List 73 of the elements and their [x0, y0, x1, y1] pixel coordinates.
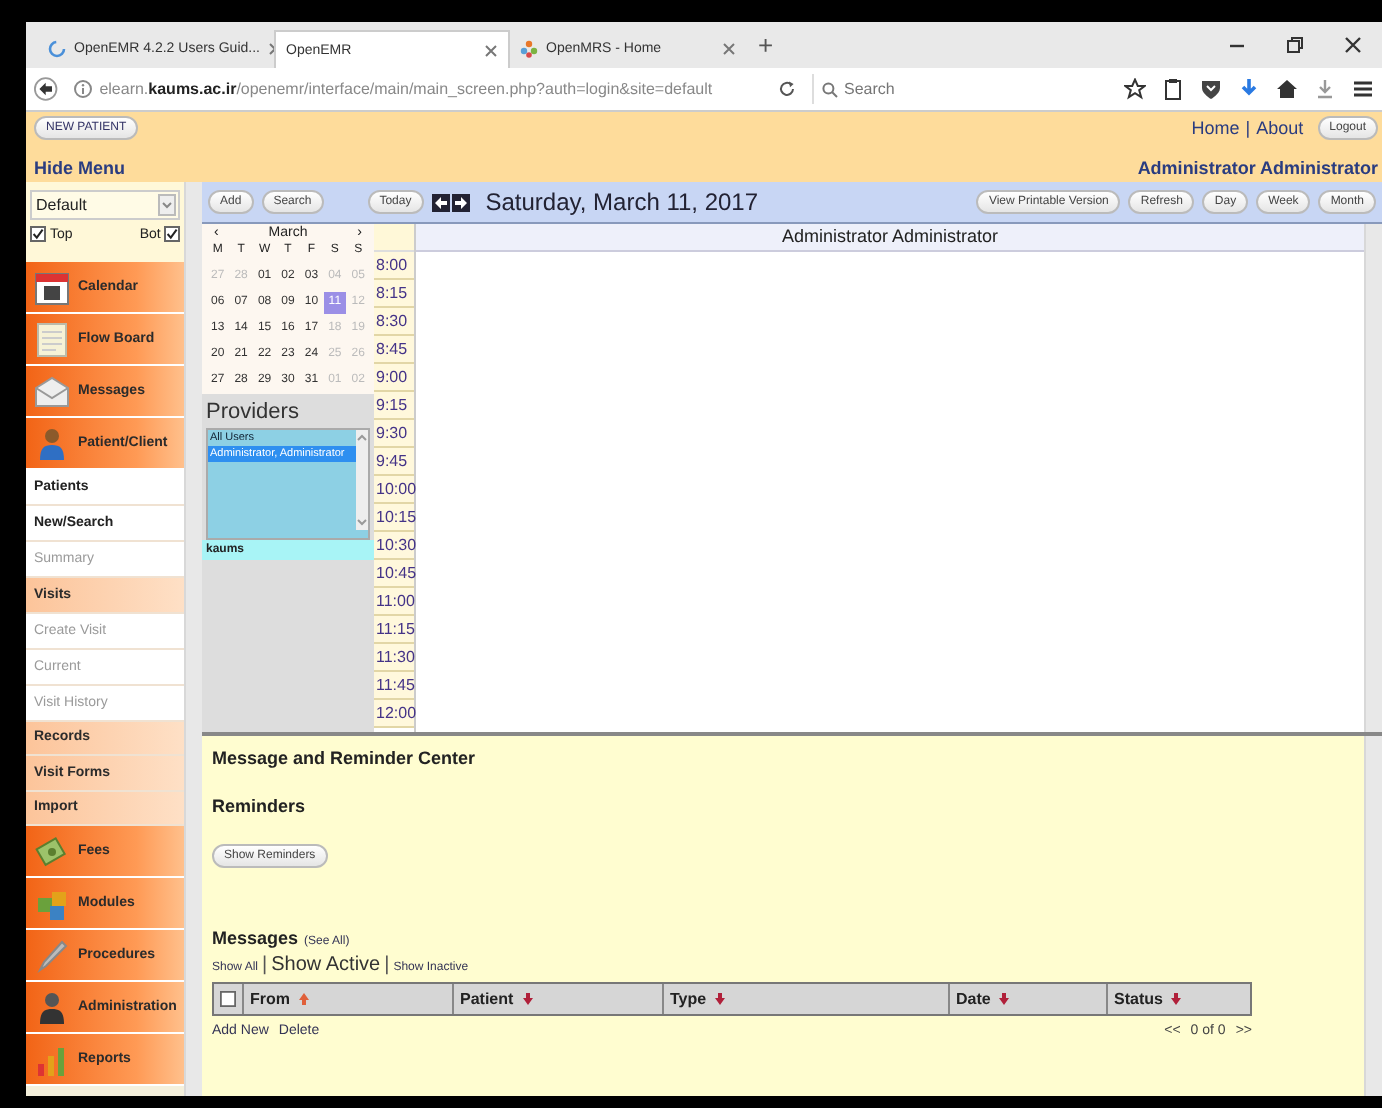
- sort-down-icon[interactable]: [998, 992, 1011, 1006]
- dropdown-icon: [158, 194, 177, 216]
- time-slot[interactable]: 11:00: [374, 588, 414, 616]
- time-slot[interactable]: 11:45: [374, 672, 414, 700]
- clipboard-icon: [34, 321, 70, 357]
- calendar-icon: [34, 269, 70, 305]
- section-heading: Reminders: [212, 796, 306, 816]
- download-icon[interactable]: [1238, 78, 1260, 100]
- download-icon[interactable]: [1314, 78, 1336, 100]
- back-icon[interactable]: [34, 76, 58, 102]
- time-slot[interactable]: 10:45: [374, 560, 414, 588]
- time-slot[interactable]: 9:15: [374, 392, 414, 420]
- time-slot[interactable]: 8:00: [374, 252, 414, 280]
- time-header: [374, 224, 414, 252]
- time-slot[interactable]: 8:15: [374, 280, 414, 308]
- person-icon: [34, 425, 70, 461]
- flower-icon: [520, 40, 538, 58]
- checkbox[interactable]: [220, 990, 236, 1008]
- header-link[interactable]: Home: [1191, 118, 1240, 138]
- providers-heading: Providers: [204, 398, 301, 428]
- time-slot[interactable]: 11:30: [374, 644, 414, 672]
- previous-arrow-icon[interactable]: [431, 193, 450, 211]
- time-slot[interactable]: 9:00: [374, 364, 414, 392]
- column-header[interactable]: From: [250, 990, 290, 1008]
- next-arrow-icon[interactable]: [451, 193, 470, 211]
- panel-title: Message and Reminder Center: [212, 748, 476, 768]
- column-header[interactable]: Type: [670, 990, 707, 1008]
- column-header[interactable]: Date: [956, 990, 991, 1008]
- separator: |: [1245, 118, 1251, 138]
- hide-menu-link[interactable]: Hide Menu: [34, 158, 126, 178]
- user-name: Administrator Administrator: [1137, 158, 1378, 178]
- time-slot[interactable]: 10:00: [374, 476, 414, 504]
- new-tab-button[interactable]: +: [746, 30, 786, 60]
- column-header[interactable]: Status: [1114, 990, 1163, 1008]
- provider-column-header: Administrator Administrator: [416, 224, 1364, 252]
- info-icon: [73, 80, 92, 98]
- time-slot[interactable]: 12:00: [374, 700, 414, 728]
- date-title: Saturday, March 11, 2017: [485, 188, 759, 216]
- home-icon[interactable]: [1276, 78, 1298, 100]
- restore-icon[interactable]: [1286, 36, 1304, 54]
- address-field[interactable]: elearn.kaums.ac.ir/openemr/interface/main/main_screen.php?auth=login&site=default: [65, 74, 804, 104]
- search-icon: [822, 81, 838, 97]
- column-header[interactable]: Patient: [460, 990, 514, 1008]
- time-slot[interactable]: 9:45: [374, 448, 414, 476]
- separator: |: [384, 954, 390, 976]
- menu-icon[interactable]: [1352, 78, 1374, 100]
- facility-dropdown[interactable]: Default: [30, 190, 181, 220]
- time-slot[interactable]: 8:45: [374, 336, 414, 364]
- time-slot[interactable]: 8:30: [374, 308, 414, 336]
- checkbox[interactable]: [30, 226, 46, 242]
- envelope-icon: [34, 373, 70, 409]
- time-slot[interactable]: 10:30: [374, 532, 414, 560]
- person-icon: [34, 989, 70, 1025]
- scrollbar[interactable]: [1364, 736, 1382, 1096]
- filter-link[interactable]: Show Active: [271, 954, 381, 976]
- sort-down-icon[interactable]: [714, 992, 727, 1006]
- checkbox[interactable]: [164, 226, 181, 242]
- clipboard-icon[interactable]: [1162, 78, 1184, 100]
- loading-icon: [48, 40, 66, 58]
- sort-down-icon[interactable]: [521, 992, 534, 1006]
- shield-icon[interactable]: [1200, 78, 1222, 100]
- time-slot[interactable]: 11:15: [374, 616, 414, 644]
- reload-icon[interactable]: [778, 80, 796, 98]
- time-slot[interactable]: 10:15: [374, 504, 414, 532]
- time-slot[interactable]: 9:30: [374, 420, 414, 448]
- star-icon[interactable]: [1124, 78, 1146, 100]
- header-link[interactable]: About: [1256, 118, 1304, 138]
- section-heading: Messages: [212, 928, 299, 948]
- scrollbar[interactable]: [1364, 224, 1382, 732]
- sort-down-icon[interactable]: [1170, 992, 1183, 1006]
- pen-icon: [34, 937, 70, 973]
- separator: |: [262, 954, 268, 976]
- scrollbar[interactable]: [184, 182, 203, 1096]
